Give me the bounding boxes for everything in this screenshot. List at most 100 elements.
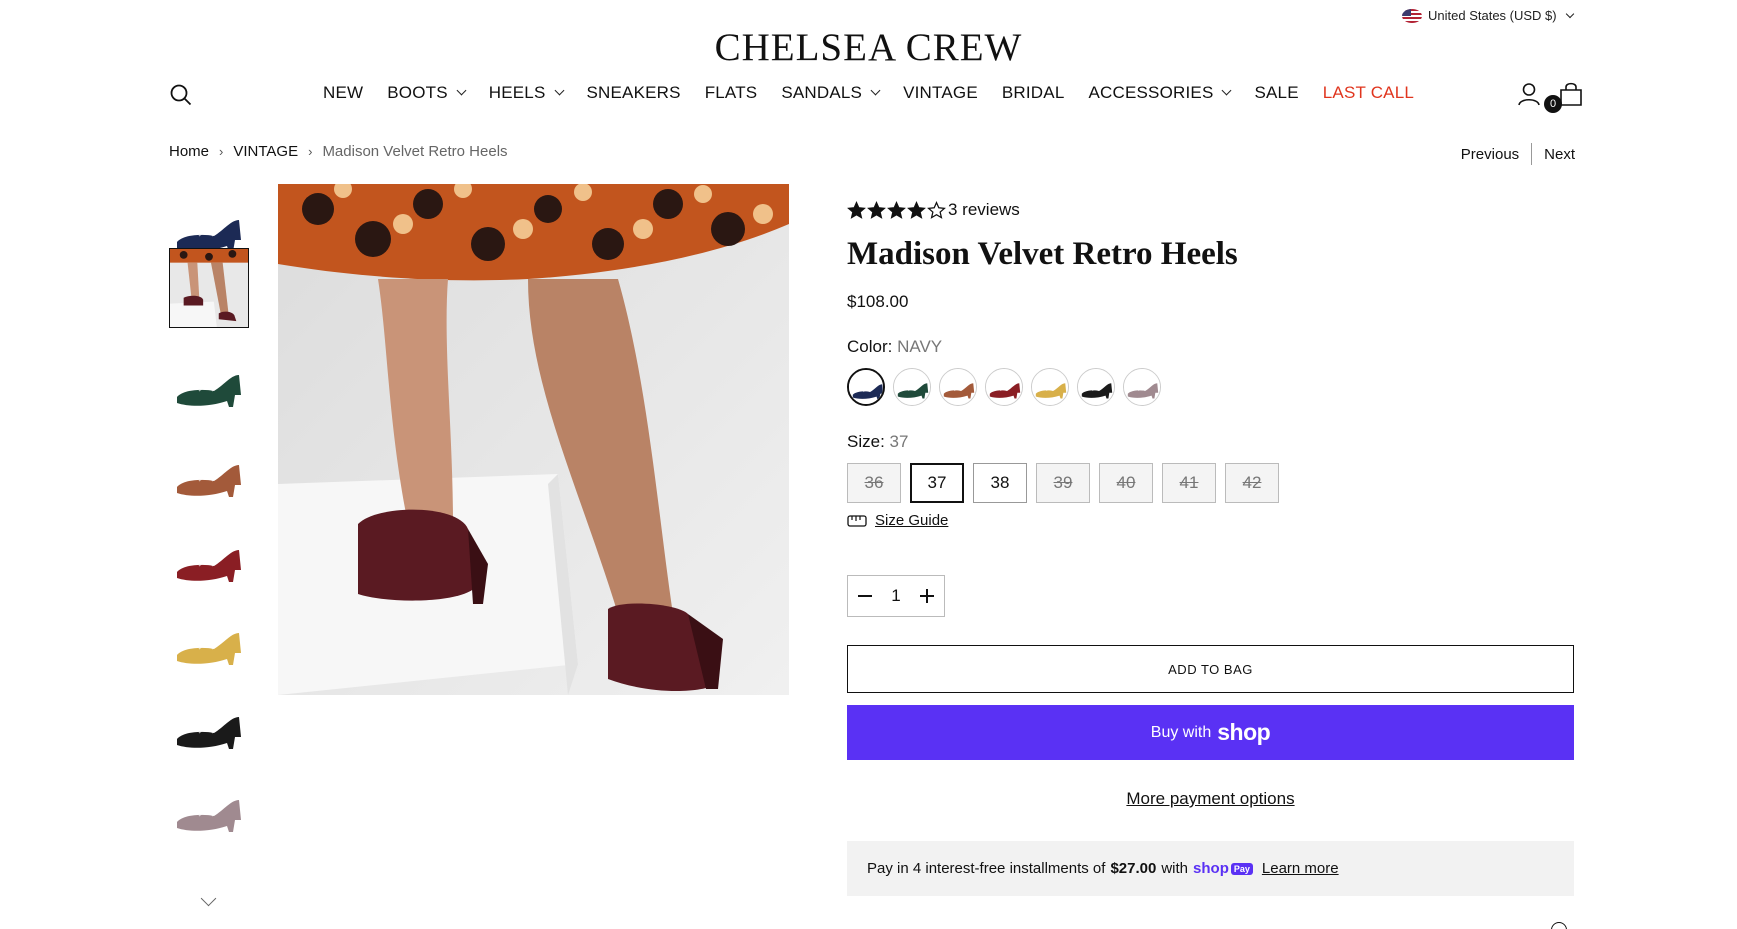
breadcrumb-current: Madison Velvet Retro Heels (322, 143, 508, 160)
shop-pay-logo: shop Pay (1193, 860, 1253, 877)
chevron-right-icon: › (308, 144, 313, 159)
product-pager: Previous Next (1461, 143, 1575, 165)
thumbnail-yellow[interactable] (169, 603, 249, 683)
nav-label: SANDALS (781, 83, 863, 102)
review-count[interactable]: 3 reviews (948, 200, 1020, 220)
size-option-41[interactable]: 41 (1162, 463, 1216, 503)
star-filled-icon (887, 200, 906, 219)
nav-item-sneakers[interactable]: SNEAKERS (575, 83, 693, 103)
nav-item-flats[interactable]: FLATS (693, 83, 770, 103)
nav-label: SALE (1254, 83, 1299, 102)
nav-label: LAST CALL (1322, 83, 1415, 102)
thumbnail-green[interactable] (169, 345, 249, 425)
nav-item-accessories[interactable]: ACCESSORIES (1076, 83, 1242, 103)
rating[interactable]: 3 reviews (847, 200, 1020, 220)
nav-item-heels[interactable]: HEELS (477, 83, 575, 103)
breadcrumb: Home › VINTAGE › Madison Velvet Retro He… (169, 143, 508, 160)
size-guide-link[interactable]: Size Guide (847, 512, 948, 529)
site-logo[interactable]: CHELSEA CREW (0, 25, 1737, 70)
decrease-quantity-button[interactable] (858, 589, 872, 603)
color-label: Color: (847, 337, 893, 356)
shop-pay-wordmark: shop (1193, 860, 1229, 877)
color-swatch-green[interactable] (893, 368, 931, 406)
nav-item-last-call[interactable]: LAST CALL (1311, 83, 1426, 103)
star-filled-icon (847, 200, 866, 219)
installments-text: Pay in 4 interest-free installments of (867, 860, 1106, 877)
star-outline-icon (927, 200, 946, 219)
color-swatch-yellow[interactable] (1031, 368, 1069, 406)
color-swatch-black[interactable] (1077, 368, 1115, 406)
nav-item-boots[interactable]: BOOTS (375, 83, 477, 103)
main-product-image[interactable] (278, 184, 789, 695)
chevron-down-icon (1565, 9, 1574, 18)
breadcrumb-category[interactable]: VINTAGE (233, 143, 298, 160)
color-swatch-brown[interactable] (939, 368, 977, 406)
thumbnail-red[interactable] (169, 520, 249, 600)
add-to-bag-button[interactable]: ADD TO BAG (847, 645, 1574, 693)
thumbnail-black[interactable] (169, 687, 249, 767)
nav-label: HEELS (488, 83, 546, 102)
nav-label: FLATS (704, 83, 758, 102)
chevron-down-icon (1222, 85, 1232, 96)
size-option-37[interactable]: 37 (910, 463, 964, 503)
size-value: 37 (889, 432, 909, 451)
size-label: Size: (847, 432, 885, 451)
more-payment-options-link[interactable]: More payment options (847, 789, 1574, 809)
thumbnail-mauve[interactable] (169, 770, 249, 850)
nav-label: BRIDAL (1001, 83, 1065, 102)
size-option-40[interactable]: 40 (1099, 463, 1153, 503)
nav-label: VINTAGE (903, 83, 978, 102)
currency-label: United States (USD $) (1428, 8, 1557, 23)
color-swatch-mauve[interactable] (1123, 368, 1161, 406)
color-swatch-red[interactable] (985, 368, 1023, 406)
nav-item-new[interactable]: NEW (311, 83, 375, 103)
size-option-38[interactable]: 38 (973, 463, 1027, 503)
color-swatch-navy[interactable] (847, 368, 885, 406)
nav-item-bridal[interactable]: BRIDAL (990, 83, 1077, 103)
bag-count-badge: 0 (1544, 95, 1562, 113)
next-link[interactable]: Next (1544, 146, 1575, 163)
size-guide-label: Size Guide (875, 512, 949, 529)
thumbnail-model-burgundy[interactable] (169, 248, 249, 328)
us-flag-icon (1402, 8, 1422, 23)
ruler-icon (847, 514, 867, 527)
currency-selector[interactable]: United States (USD $) (1402, 8, 1574, 23)
star-rating (847, 200, 946, 220)
buy-with-shop-button[interactable]: Buy with shop (847, 705, 1574, 760)
quantity-value[interactable]: 1 (891, 586, 900, 606)
size-options: 36 37 38 39 40 41 42 (847, 463, 1279, 503)
nav-label: BOOTS (387, 83, 448, 102)
nav-item-sandals[interactable]: SANDALS (769, 83, 891, 103)
learn-more-link[interactable]: Learn more (1262, 860, 1339, 877)
quantity-stepper: 1 (847, 575, 945, 617)
chevron-down-icon (554, 85, 564, 96)
color-swatches (847, 368, 1161, 406)
star-filled-icon (907, 200, 926, 219)
chevron-down-icon[interactable] (200, 890, 217, 907)
size-option-42[interactable]: 42 (1225, 463, 1279, 503)
chevron-down-icon (870, 85, 881, 96)
nav-item-vintage[interactable]: VINTAGE (891, 83, 990, 103)
pager-divider (1531, 143, 1533, 165)
nav-label: ACCESSORIES (1088, 83, 1214, 102)
info-icon[interactable] (1551, 922, 1567, 929)
chevron-down-icon (456, 85, 467, 96)
installments-banner: Pay in 4 interest-free installments of $… (847, 841, 1574, 896)
shop-logo: shop (1217, 719, 1271, 745)
nav-label: NEW (322, 83, 364, 102)
account-icon[interactable] (1517, 82, 1541, 106)
breadcrumb-home[interactable]: Home (169, 143, 209, 160)
increase-quantity-button[interactable] (920, 589, 934, 603)
previous-link[interactable]: Previous (1461, 146, 1519, 163)
nav-item-sale[interactable]: SALE (1242, 83, 1310, 103)
buy-with-label: Buy with (1150, 723, 1212, 741)
size-option-39[interactable]: 39 (1036, 463, 1090, 503)
star-filled-icon (867, 200, 886, 219)
color-value: NAVY (897, 337, 943, 356)
nav-label: SNEAKERS (586, 83, 681, 102)
size-option-36[interactable]: 36 (847, 463, 901, 503)
main-nav: NEW BOOTS HEELS SNEAKERS FLATS SANDALS VINTAGE… (0, 83, 1737, 103)
size-label-row: Size: 37 (847, 432, 908, 452)
shop-pay-badge: Pay (1230, 862, 1253, 875)
thumbnail-brown[interactable] (169, 435, 249, 515)
